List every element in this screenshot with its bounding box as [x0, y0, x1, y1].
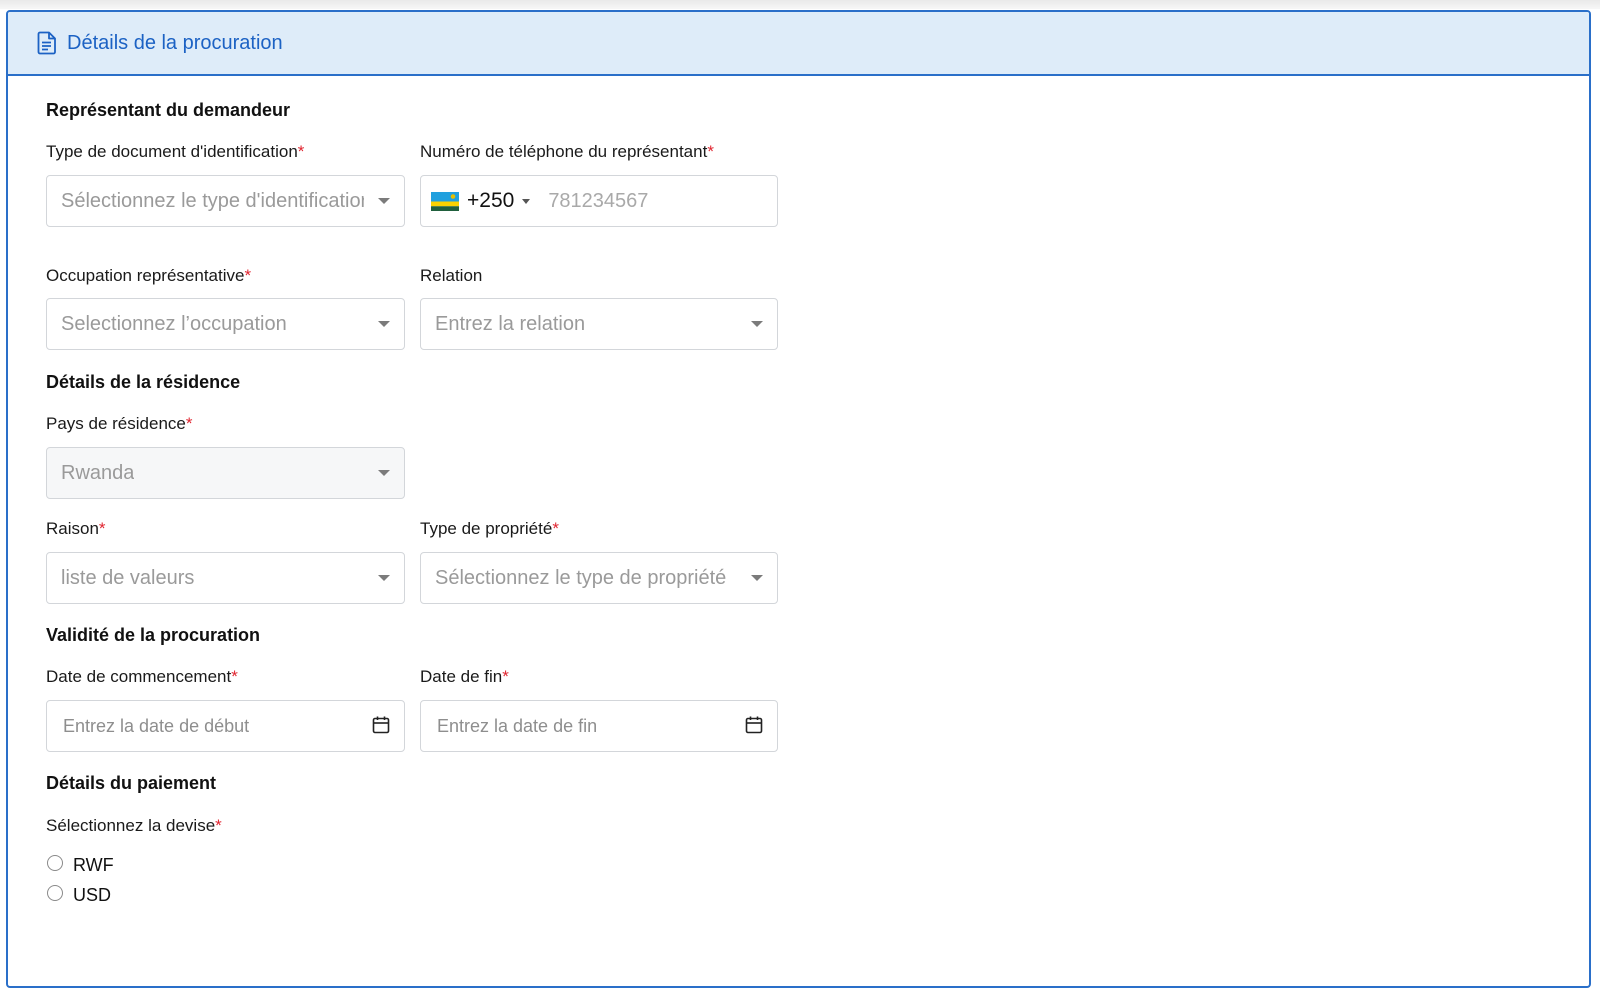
power-of-attorney-panel: Détails de la procuration Représentant d… [6, 10, 1591, 988]
reason-select[interactable]: liste de valeurs [46, 552, 405, 604]
radio-button-rwf[interactable] [47, 854, 63, 871]
section-title-residence: Détails de la résidence [46, 372, 241, 392]
id-doc-type-label: Type de document d'identification* [46, 142, 305, 161]
id-doc-type-placeholder: Sélectionnez le type d'identificatior [61, 189, 364, 212]
currency-label: Sélectionnez la devise* [46, 816, 222, 835]
start-date-label: Date de commencement* [46, 667, 238, 686]
chevron-down-icon [378, 575, 390, 581]
occupation-placeholder: Selectionnez l’occupation [61, 312, 287, 335]
property-type-label: Type de propriété* [420, 519, 559, 538]
country-value: Rwanda [61, 461, 135, 484]
currency-option-rwf[interactable]: RWF [47, 854, 114, 876]
start-date-placeholder: Entrez la date de début [63, 715, 250, 736]
window-top-strip [0, 0, 1600, 9]
start-date-input[interactable]: Entrez la date de début [46, 700, 405, 752]
relation-label: Relation [420, 266, 483, 285]
calendar-icon[interactable] [371, 715, 391, 735]
section-title-validity: Validité de la procuration [46, 625, 261, 645]
occupation-select[interactable]: Selectionnez l’occupation [46, 298, 405, 350]
panel-header: Détails de la procuration [8, 12, 1589, 76]
reason-placeholder: liste de valeurs [61, 566, 195, 589]
dial-code-dropdown-icon[interactable] [522, 198, 531, 204]
end-date-input[interactable]: Entrez la date de fin [420, 700, 778, 752]
country-label: Pays de résidence* [46, 414, 193, 433]
country-select[interactable]: Rwanda [46, 447, 405, 499]
property-type-select[interactable]: Sélectionnez le type de propriété [420, 552, 778, 604]
chevron-down-icon [378, 470, 390, 476]
end-date-placeholder: Entrez la date de fin [437, 715, 598, 736]
id-doc-type-select[interactable]: Sélectionnez le type d'identificatior [46, 175, 405, 227]
panel-title: Détails de la procuration [67, 31, 283, 54]
phone-input[interactable]: 781234567 [548, 190, 648, 213]
relation-placeholder: Entrez la relation [435, 312, 586, 335]
section-title-representative: Représentant du demandeur [46, 100, 291, 120]
section-title-payment: Détails du paiement [46, 773, 217, 793]
occupation-label: Occupation représentative* [46, 266, 252, 285]
relation-select[interactable]: Entrez la relation [420, 298, 778, 350]
property-type-placeholder: Sélectionnez le type de propriété [435, 566, 727, 589]
chevron-down-icon [378, 321, 390, 327]
phone-label: Numéro de téléphone du représentant* [420, 142, 714, 161]
calendar-icon[interactable] [744, 715, 764, 735]
phone-field: +250 781234567 [420, 175, 778, 227]
chevron-down-icon [751, 575, 763, 581]
radio-label-rwf: RWF [73, 855, 114, 875]
document-icon [37, 31, 56, 55]
end-date-label: Date de fin* [420, 667, 509, 686]
reason-label: Raison* [46, 519, 106, 538]
radio-button-usd[interactable] [47, 884, 63, 901]
dial-code[interactable]: +250 [467, 189, 514, 213]
currency-option-usd[interactable]: USD [47, 884, 112, 906]
chevron-down-icon [751, 321, 763, 327]
chevron-down-icon [378, 198, 390, 204]
rwanda-flag-icon[interactable] [431, 191, 459, 211]
radio-label-usd: USD [73, 885, 112, 905]
